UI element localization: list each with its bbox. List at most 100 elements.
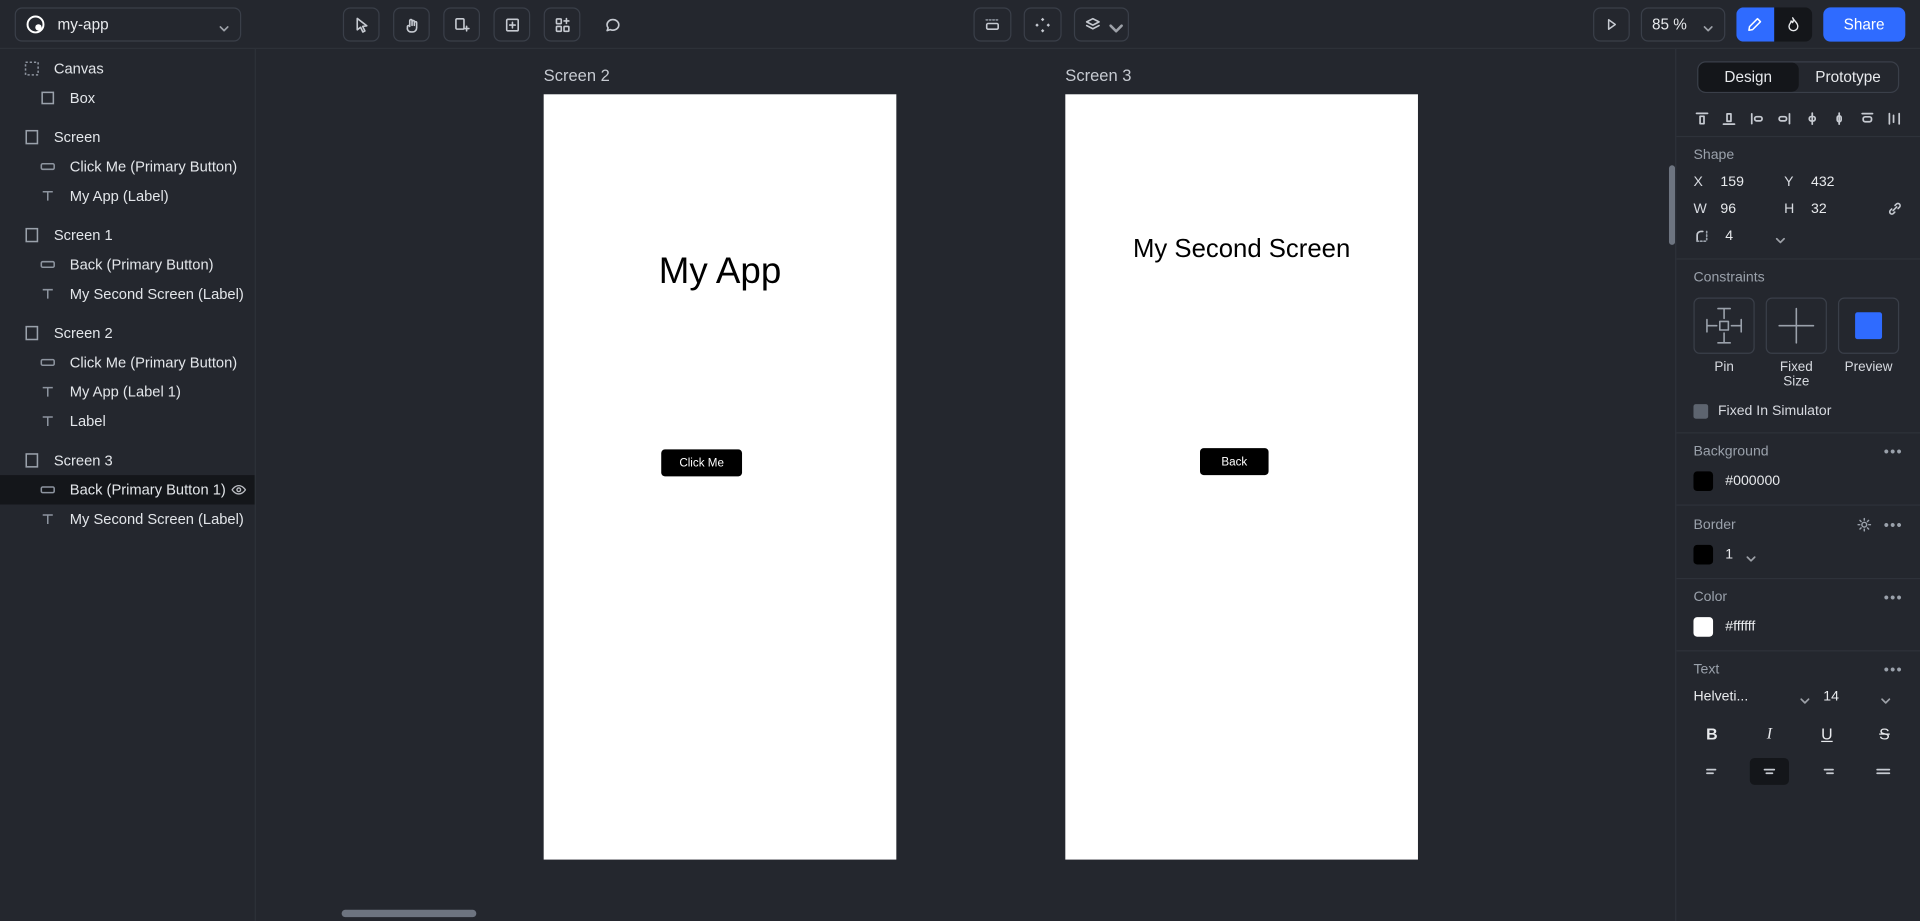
visibility-eye-icon[interactable] bbox=[230, 481, 247, 498]
chevron-down-icon[interactable] bbox=[1774, 230, 1786, 244]
layer-item[interactable]: Back (Primary Button) bbox=[0, 250, 255, 279]
frame-title[interactable]: Screen 2 bbox=[544, 66, 897, 84]
italic-button[interactable]: I bbox=[1751, 721, 1788, 745]
text-more-icon[interactable]: ••• bbox=[1884, 662, 1903, 677]
layer-item[interactable]: Click Me (Primary Button) bbox=[0, 152, 255, 181]
h-input[interactable]: 32 bbox=[1811, 201, 1875, 216]
align-right-icon[interactable] bbox=[1776, 110, 1793, 127]
hand-tool[interactable] bbox=[393, 7, 430, 42]
mode-toggle-group bbox=[1735, 7, 1812, 42]
distribute-vertical-icon[interactable] bbox=[1803, 110, 1820, 127]
canvas-horizontal-scrollbar[interactable] bbox=[341, 909, 477, 918]
tab-design[interactable]: Design bbox=[1698, 62, 1799, 92]
assets-button[interactable] bbox=[1023, 7, 1062, 42]
layers-button[interactable] bbox=[1073, 7, 1129, 42]
chevron-down-icon[interactable] bbox=[1745, 549, 1757, 562]
w-input[interactable]: 96 bbox=[1720, 201, 1784, 216]
layer-group-header[interactable]: Screen 1 bbox=[0, 220, 255, 249]
screen-primary-button[interactable]: Click Me bbox=[661, 449, 743, 477]
fixed-in-simulator-checkbox[interactable] bbox=[1693, 404, 1709, 419]
inspector-tabs: Design Prototype bbox=[1697, 61, 1900, 94]
layer-item[interactable]: My App (Label 1) bbox=[0, 377, 255, 406]
select-tool[interactable] bbox=[342, 7, 380, 42]
layer-item-label: Box bbox=[69, 89, 96, 107]
underline-button[interactable]: U bbox=[1809, 721, 1846, 745]
fixed-in-simulator-row[interactable]: Fixed In Simulator bbox=[1693, 404, 1902, 419]
layer-group-header[interactable]: Screen 2 bbox=[0, 318, 255, 347]
align-center-icon[interactable] bbox=[1886, 110, 1903, 127]
layer-item[interactable]: My Second Screen (Label) bbox=[0, 279, 255, 308]
preview-swatch-icon bbox=[1837, 297, 1900, 354]
layer-item[interactable]: My Second Screen (Label) bbox=[0, 504, 255, 533]
device-frame-button[interactable] bbox=[973, 7, 1012, 42]
background-swatch[interactable] bbox=[1693, 471, 1714, 492]
layer-group-header[interactable]: Screen 3 bbox=[0, 446, 255, 475]
add-box-tool[interactable] bbox=[493, 7, 531, 42]
shape-section: Shape X 159 Y 432 W 96 H 32 4 bbox=[1676, 137, 1920, 260]
align-left-icon[interactable] bbox=[1748, 110, 1765, 127]
text-icon bbox=[38, 411, 58, 431]
share-button[interactable]: Share bbox=[1822, 7, 1906, 42]
frame-title[interactable]: Screen 3 bbox=[1065, 66, 1418, 84]
add-screen-tool[interactable] bbox=[443, 7, 481, 42]
components-tool[interactable] bbox=[543, 7, 581, 42]
comment-tool[interactable] bbox=[594, 7, 631, 41]
align-right-text-button[interactable] bbox=[1807, 758, 1846, 785]
layer-group-header[interactable]: Screen bbox=[0, 122, 255, 151]
screen-frame[interactable]: My App Click Me bbox=[543, 94, 897, 860]
layer-group-header[interactable]: Canvas bbox=[0, 54, 255, 83]
zoom-selector[interactable]: 85 % bbox=[1640, 7, 1725, 42]
preview-play-button[interactable] bbox=[1593, 7, 1630, 42]
align-middle-icon[interactable] bbox=[1858, 110, 1875, 127]
align-top-icon[interactable] bbox=[1693, 110, 1710, 127]
project-selector[interactable]: my-app bbox=[14, 7, 242, 42]
align-left-text-button[interactable] bbox=[1693, 758, 1732, 785]
layer-item[interactable]: Click Me (Primary Button) bbox=[0, 348, 255, 377]
text-icon bbox=[38, 509, 58, 529]
pin-constraint-option[interactable]: Pin bbox=[1693, 297, 1755, 390]
layer-item-label: Back (Primary Button 1) bbox=[69, 481, 226, 499]
layers-panel[interactable]: Canvas Box Screen Click Me (Primary Button)… bbox=[0, 48, 256, 921]
strikethrough-button[interactable]: S bbox=[1866, 721, 1903, 745]
border-title: Border bbox=[1693, 517, 1736, 533]
background-more-icon[interactable]: ••• bbox=[1884, 444, 1903, 459]
constraints-section: Constraints Pin Fixed Size Preview Fixed… bbox=[1676, 260, 1920, 434]
constraints-title: Constraints bbox=[1693, 270, 1765, 286]
interact-mode-button[interactable] bbox=[1773, 7, 1812, 42]
screen-frame[interactable]: My Second Screen Back bbox=[1065, 94, 1418, 860]
color-more-icon[interactable]: ••• bbox=[1884, 590, 1903, 605]
edit-mode-button[interactable] bbox=[1735, 7, 1774, 42]
border-swatch[interactable] bbox=[1693, 544, 1714, 565]
x-input[interactable]: 159 bbox=[1720, 175, 1784, 190]
corner-radius-input[interactable]: 4 bbox=[1725, 229, 1759, 244]
y-input[interactable]: 432 bbox=[1811, 175, 1875, 190]
fixed-size-icon bbox=[1765, 297, 1827, 354]
layer-item[interactable]: Box bbox=[0, 83, 255, 112]
link-chain-icon[interactable] bbox=[1887, 201, 1903, 217]
gear-icon[interactable] bbox=[1857, 517, 1873, 533]
color-swatch[interactable] bbox=[1693, 617, 1714, 637]
align-bottom-icon[interactable] bbox=[1721, 110, 1738, 127]
color-hex-value[interactable]: #ffffff bbox=[1725, 620, 1755, 635]
layer-item-label: Label bbox=[69, 412, 106, 430]
layer-item[interactable]: Label bbox=[0, 407, 255, 436]
font-family-selector[interactable]: Helveti... bbox=[1693, 689, 1811, 704]
distribute-horizontal-icon[interactable] bbox=[1831, 110, 1848, 127]
screen-primary-button[interactable]: Back bbox=[1200, 448, 1269, 476]
font-size-selector[interactable]: 14 bbox=[1823, 689, 1892, 704]
border-more-icon[interactable]: ••• bbox=[1884, 517, 1903, 532]
align-justify-text-button[interactable] bbox=[1864, 758, 1903, 785]
color-row: #ffffff bbox=[1693, 617, 1902, 637]
tab-prototype[interactable]: Prototype bbox=[1798, 62, 1898, 91]
layer-item[interactable]: My App (Label) bbox=[0, 181, 255, 210]
border-width-value[interactable]: 1 bbox=[1725, 547, 1733, 562]
fixed-size-option[interactable]: Fixed Size bbox=[1765, 297, 1827, 389]
bold-button[interactable]: B bbox=[1693, 721, 1730, 745]
align-center-text-button[interactable] bbox=[1750, 757, 1790, 785]
background-hex-value[interactable]: #000000 bbox=[1725, 474, 1780, 489]
layer-item[interactable]: Back (Primary Button 1) bbox=[0, 475, 255, 505]
design-canvas[interactable]: Screen 2 My App Click Me Screen 3 My Sec… bbox=[255, 48, 1676, 921]
preview-option[interactable]: Preview bbox=[1837, 297, 1900, 390]
screen-heading[interactable]: My Second Screen bbox=[1065, 235, 1418, 264]
screen-heading[interactable]: My App bbox=[544, 251, 897, 293]
